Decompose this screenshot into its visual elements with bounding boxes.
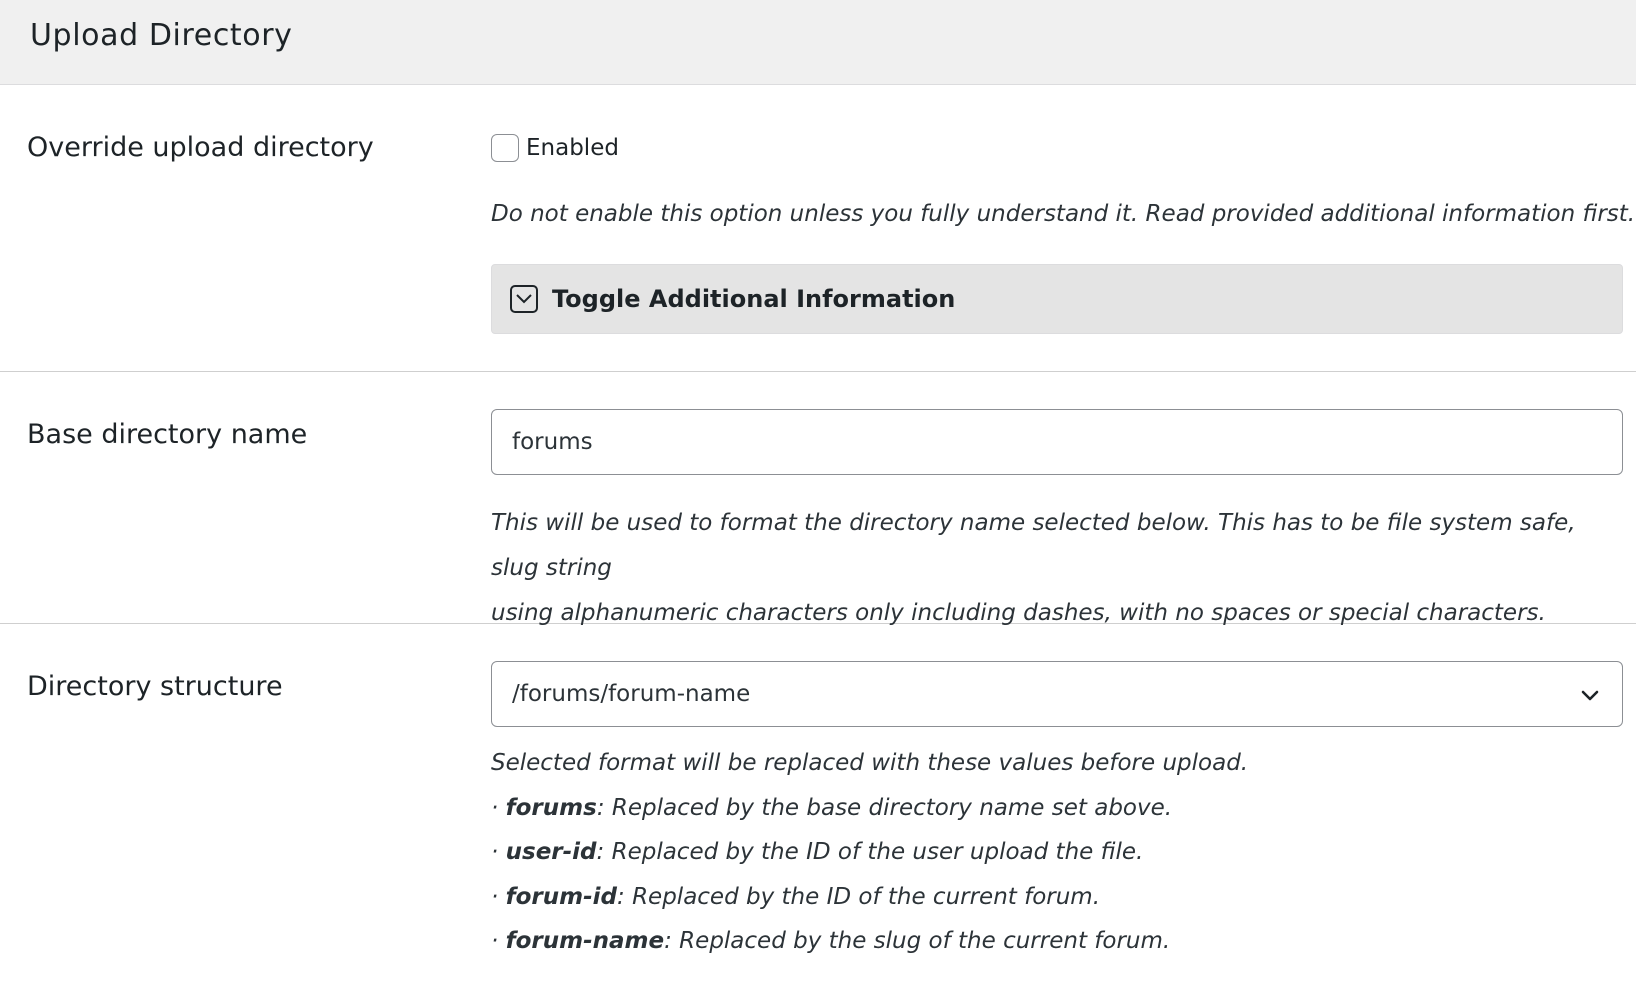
structure-help-item: · forums: Replaced by the base directory… [491,794,1173,821]
override-help-text: Do not enable this option unless you ful… [491,201,1636,227]
structure-token: forums [505,794,597,821]
structure-token: user-id [505,839,597,865]
setting-row-base-dir: Base directory name This will be used to… [0,373,1636,626]
base-dir-help-text: This will be used to format the director… [491,501,1623,636]
setting-row-structure: Directory structure /forums/forum-name S… [0,625,1636,988]
setting-label-base-dir: Base directory name [27,419,308,450]
structure-help-text: Selected format will be replaced with th… [491,741,1248,964]
setting-label-structure: Directory structure [27,671,283,702]
enabled-checkbox-label[interactable]: Enabled [526,135,619,161]
panel-title: Upload Directory [30,18,293,53]
chevron-down-icon [1581,690,1599,701]
enabled-checkbox-row[interactable]: Enabled [491,133,619,163]
toggle-additional-info-button[interactable]: Toggle Additional Information [491,264,1623,334]
setting-row-override: Override upload directory Enabled Do not… [0,86,1636,372]
structure-help-item: · forum-name: Replaced by the slug of th… [491,928,1171,954]
upload-directory-panel: Upload Directory Override upload directo… [0,0,1636,988]
chevron-down-square-icon [510,285,538,313]
panel-header: Upload Directory [0,0,1636,85]
structure-help-intro: Selected format will be replaced with th… [491,750,1249,776]
structure-token: forum-name [505,928,665,954]
setting-label-override: Override upload directory [27,132,374,163]
base-directory-input[interactable] [491,409,1623,475]
directory-structure-select[interactable]: /forums/forum-name [491,661,1623,727]
structure-help-item: · forum-id: Replaced by the ID of the cu… [491,883,1101,910]
toggle-additional-info-label: Toggle Additional Information [552,285,956,313]
structure-help-item: · user-id: Replaced by the ID of the use… [491,839,1144,865]
directory-structure-selected-value: /forums/forum-name [512,681,751,707]
enabled-checkbox[interactable] [491,134,519,162]
base-dir-help-line-1: This will be used to format the director… [491,510,1576,581]
structure-token: forum-id [505,883,618,910]
